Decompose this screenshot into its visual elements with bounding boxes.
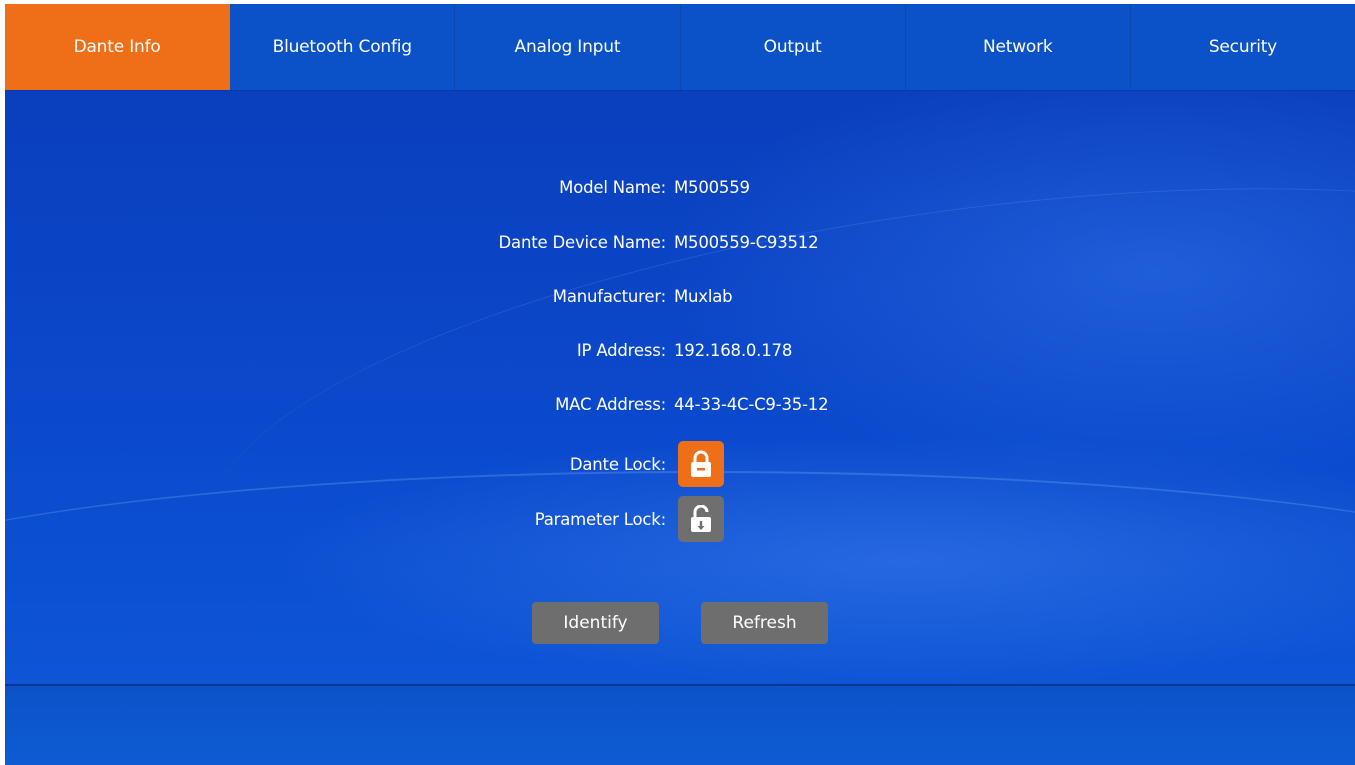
mac-address-value: 44-33-4C-C9-35-12: [674, 394, 829, 414]
mac-address-row: MAC Address: 44-33-4C-C9-35-12: [5, 389, 1355, 419]
dante-lock-toggle[interactable]: [678, 441, 724, 487]
lock-closed-icon: [691, 450, 711, 477]
tab-output[interactable]: Output: [681, 4, 906, 90]
ip-address-value: 192.168.0.178: [674, 340, 793, 360]
dante-lock-label: Dante Lock:: [569, 454, 666, 474]
dante-lock-row: Dante Lock:: [5, 441, 1355, 487]
identify-button[interactable]: Identify: [532, 602, 659, 644]
parameter-lock-label: Parameter Lock:: [534, 509, 666, 529]
manufacturer-row: Manufacturer: Muxlab: [5, 281, 1355, 311]
parameter-lock-row: Parameter Lock:: [5, 496, 1355, 542]
lock-open-icon: [691, 505, 711, 532]
app-frame: Dante Info Bluetooth Config Analog Input…: [5, 4, 1355, 765]
model-name-label: Model Name:: [559, 177, 666, 197]
ip-address-label: IP Address:: [576, 340, 666, 360]
manufacturer-label: Manufacturer:: [552, 286, 666, 306]
tab-dante-info[interactable]: Dante Info: [5, 4, 231, 90]
tab-bar: Dante Info Bluetooth Config Analog Input…: [5, 4, 1355, 90]
tab-bluetooth-config[interactable]: Bluetooth Config: [230, 4, 456, 90]
footer-bar: [5, 686, 1355, 765]
dante-info-panel: Model Name: M500559 Dante Device Name: M…: [5, 90, 1355, 735]
manufacturer-value: Muxlab: [674, 286, 733, 306]
tab-security[interactable]: Security: [1131, 4, 1355, 90]
mac-address-label: MAC Address:: [555, 394, 666, 414]
device-name-value: M500559-C93512: [674, 232, 819, 252]
refresh-button[interactable]: Refresh: [701, 602, 828, 644]
tab-analog-input[interactable]: Analog Input: [455, 4, 681, 90]
device-name-row: Dante Device Name: M500559-C93512: [5, 227, 1355, 257]
device-name-label: Dante Device Name:: [498, 232, 667, 252]
tab-network[interactable]: Network: [906, 4, 1131, 90]
model-name-row: Model Name: M500559: [5, 172, 1355, 202]
ip-address-row: IP Address: 192.168.0.178: [5, 335, 1355, 365]
model-name-value: M500559: [674, 177, 750, 197]
parameter-lock-toggle[interactable]: [678, 496, 724, 542]
